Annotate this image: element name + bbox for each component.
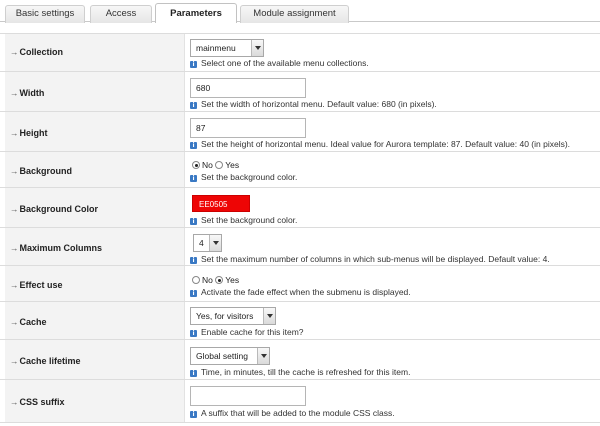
param-label: →Maximum Columns bbox=[10, 243, 103, 253]
info-icon: i bbox=[190, 290, 197, 297]
param-row-collection: →Collection mainmenu i Select one of the … bbox=[0, 33, 600, 71]
param-row-maximum-columns: →Maximum Columns 4 i Set the maximum numb… bbox=[0, 227, 600, 265]
param-hint: i Set the width of horizontal menu. Defau… bbox=[190, 99, 437, 109]
param-label: →Effect use bbox=[10, 280, 63, 290]
param-label: →CSS suffix bbox=[10, 397, 65, 407]
param-hint: i Set the background color. bbox=[190, 215, 297, 225]
right-arrow-icon: → bbox=[10, 166, 19, 176]
chevron-down-icon[interactable] bbox=[209, 235, 221, 251]
param-row-cache-lifetime: →Cache lifetime Global setting i Time, in… bbox=[0, 339, 600, 379]
background-yes-radio[interactable] bbox=[215, 161, 224, 169]
right-arrow-icon: → bbox=[10, 128, 19, 138]
tab-bar: Basic settings Access Parameters Module … bbox=[0, 0, 600, 23]
param-label: →Width bbox=[10, 88, 45, 98]
param-hint: i Enable cache for this item? bbox=[190, 327, 304, 337]
param-label: →Background Color bbox=[10, 204, 99, 214]
chevron-down-icon[interactable] bbox=[263, 308, 275, 324]
tab-access[interactable]: Access bbox=[90, 5, 152, 23]
cache-lifetime-select[interactable]: Global setting bbox=[190, 347, 270, 365]
param-row-css-suffix: →CSS suffix iA suffix that will be added… bbox=[0, 379, 600, 423]
right-arrow-icon: → bbox=[10, 243, 19, 253]
param-row-height: →Height 87 i Set the height of horizontal… bbox=[0, 111, 600, 151]
param-row-effect-use: →Effect use No Yes i Activate the fade ef… bbox=[0, 265, 600, 301]
cache-select[interactable]: Yes, for visitors bbox=[190, 307, 276, 325]
param-hint: i Set the height of horizontal menu. Idea… bbox=[190, 139, 570, 149]
param-hint: iA suffix that will be added to the modu… bbox=[190, 408, 395, 418]
tab-parameters[interactable]: Parameters bbox=[155, 3, 237, 23]
tab-basic-settings[interactable]: Basic settings bbox=[5, 5, 85, 23]
right-arrow-icon: → bbox=[10, 88, 19, 98]
background-color-input[interactable]: EE0505 bbox=[192, 195, 250, 212]
param-hint: i Time, in minutes, till the cache is ref… bbox=[190, 367, 410, 377]
effect-use-radio-group: No Yes bbox=[192, 275, 239, 285]
info-icon: i bbox=[190, 218, 197, 225]
right-arrow-icon: → bbox=[10, 47, 19, 57]
chevron-down-icon[interactable] bbox=[251, 40, 263, 56]
right-arrow-icon: → bbox=[10, 397, 19, 407]
param-label: →Background bbox=[10, 166, 73, 176]
right-arrow-icon: → bbox=[10, 317, 19, 327]
info-icon: i bbox=[190, 370, 197, 377]
param-hint: i Set the maximum number of columns in wh… bbox=[190, 254, 550, 264]
height-input[interactable]: 87 bbox=[190, 118, 306, 138]
param-row-cache: →Cache Yes, for visitors i Enable cache f… bbox=[0, 301, 600, 339]
width-input[interactable]: 680 bbox=[190, 78, 306, 98]
background-no-radio[interactable] bbox=[192, 161, 200, 169]
effect-use-no-radio[interactable] bbox=[192, 276, 200, 284]
right-arrow-icon: → bbox=[10, 356, 19, 366]
info-icon: i bbox=[190, 61, 197, 68]
param-label: →Collection bbox=[10, 47, 64, 57]
param-row-background: →Background No Yes i Set the background c… bbox=[0, 151, 600, 187]
effect-use-yes-radio[interactable] bbox=[215, 276, 224, 284]
right-arrow-icon: → bbox=[10, 204, 19, 214]
info-icon: i bbox=[190, 175, 197, 182]
info-icon: i bbox=[190, 257, 197, 264]
param-hint: i Activate the fade effect when the subme… bbox=[190, 287, 411, 297]
info-icon: i bbox=[190, 102, 197, 109]
background-radio-group: No Yes bbox=[192, 160, 239, 170]
maximum-columns-select[interactable]: 4 bbox=[193, 234, 222, 252]
chevron-down-icon[interactable] bbox=[257, 348, 269, 364]
param-hint: i Select one of the available menu collec… bbox=[190, 58, 369, 68]
param-label: →Cache lifetime bbox=[10, 356, 81, 366]
collection-select[interactable]: mainmenu bbox=[190, 39, 264, 57]
param-row-background-color: →Background Color EE0505 i Set the backgr… bbox=[0, 187, 600, 227]
info-icon: i bbox=[190, 330, 197, 337]
tab-module-assignment[interactable]: Module assignment bbox=[240, 5, 349, 23]
param-row-width: →Width 680 i Set the width of horizontal … bbox=[0, 71, 600, 111]
info-icon: i bbox=[190, 411, 197, 418]
param-hint: i Set the background color. bbox=[190, 172, 297, 182]
param-label: →Height bbox=[10, 128, 48, 138]
right-arrow-icon: → bbox=[10, 280, 19, 290]
param-label: →Cache bbox=[10, 317, 47, 327]
info-icon: i bbox=[190, 142, 197, 149]
css-suffix-input[interactable] bbox=[190, 386, 306, 406]
